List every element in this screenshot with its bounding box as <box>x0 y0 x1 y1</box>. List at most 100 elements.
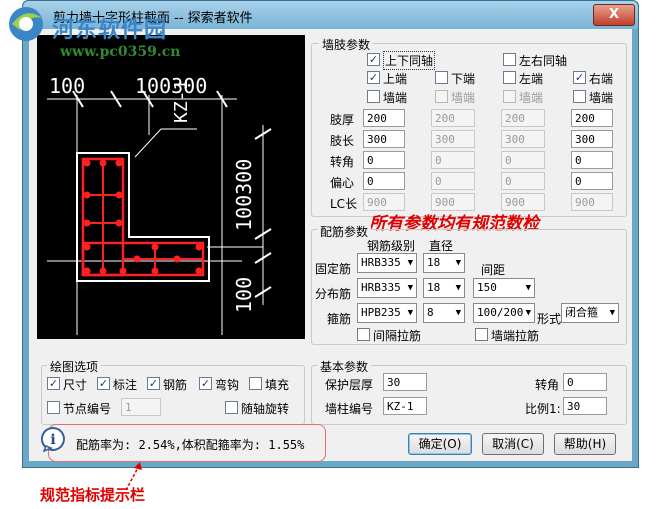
fixed-grade-select[interactable]: HRB335 ▼ <box>357 253 417 273</box>
wall-end-label-2: 墙端 <box>451 91 476 105</box>
rebar-point <box>151 267 159 275</box>
chevron-down-icon: ▼ <box>407 308 413 318</box>
offset-right-input[interactable]: 0 <box>571 172 613 190</box>
length-left-input: 300 <box>501 130 545 148</box>
leader-line <box>134 128 162 158</box>
annotate-checkbox[interactable]: ✓ <box>97 377 110 390</box>
chevron-down-icon: ▼ <box>525 283 531 293</box>
rebar-point <box>115 219 123 227</box>
stirrup-form-select[interactable]: 闭合箍 ▼ <box>561 303 619 323</box>
scale-label: 比例1: <box>525 402 561 416</box>
dist-grade-select[interactable]: HRB335 ▼ <box>357 278 417 298</box>
length-top-input[interactable]: 300 <box>363 130 405 148</box>
wall-end-tie-label: 墙端拉筋 <box>491 329 540 343</box>
offset-bottom-input: 0 <box>431 172 475 190</box>
dist-bar-label: 分布筋 <box>315 287 352 301</box>
stirrup-spacing-select[interactable]: 100/200 ▼ <box>473 303 535 323</box>
offset-left-input: 0 <box>501 172 545 190</box>
dim-text-right: 100300 <box>232 159 256 231</box>
chevron-down-icon: ▼ <box>407 283 413 293</box>
dist-diameter-select[interactable]: 18 ▼ <box>423 278 465 298</box>
rebar-title: 配筋参数 <box>317 223 372 240</box>
ok-button[interactable]: 确定(O) <box>408 433 472 455</box>
section-preview: 100 100300 KZ-1 100300 100 <box>37 35 305 339</box>
stirrup-form-value: 闭合箍 <box>565 306 598 319</box>
close-button[interactable]: X <box>593 4 635 26</box>
left-right-same-checkbox[interactable] <box>503 53 516 66</box>
wall-end-checkbox-3 <box>503 90 516 103</box>
right-end-checkbox[interactable]: ✓ <box>573 71 586 84</box>
rebar-checkbox[interactable]: ✓ <box>147 377 160 390</box>
watermark-url: www.pc0359.cn <box>60 44 181 60</box>
interval-tie-label: 间隔拉筋 <box>373 329 422 343</box>
info-icon-glyph: i <box>50 432 55 448</box>
dist-grade-value: HRB335 <box>361 281 401 294</box>
rebar-point <box>83 243 91 251</box>
length-label: 肢长 <box>330 134 355 148</box>
bottom-end-label: 下端 <box>451 72 476 86</box>
chevron-down-icon: ▼ <box>609 308 615 318</box>
rebar-point <box>173 255 181 263</box>
rebar-point <box>83 267 91 275</box>
dist-spacing-select[interactable]: 150 ▼ <box>473 278 535 298</box>
fill-label: 填充 <box>265 378 290 392</box>
column-outline <box>76 152 210 282</box>
dim-text-bottom: 100 <box>232 277 256 313</box>
node-number-checkbox[interactable] <box>47 401 60 414</box>
offset-top-input[interactable]: 0 <box>363 172 405 190</box>
help-button[interactable]: 帮助(H) <box>554 433 616 455</box>
hook-checkbox[interactable]: ✓ <box>199 377 212 390</box>
chevron-down-icon: ▼ <box>455 258 461 268</box>
wall-end-tie-checkbox[interactable] <box>475 328 488 341</box>
top-bottom-same-checkbox[interactable]: ✓ <box>367 53 380 66</box>
angle-right-input[interactable]: 0 <box>571 151 613 169</box>
dialog-client: 100 100300 KZ-1 100300 100 墙肢参数 ✓ 上下同轴 左… <box>29 29 632 461</box>
stirrup-diameter-select[interactable]: 8 ▼ <box>423 303 465 323</box>
stirrup-grade-select[interactable]: HPB235 ▼ <box>357 303 417 323</box>
thickness-left-input: 200 <box>501 109 545 127</box>
wall-end-checkbox-1[interactable] <box>367 90 380 103</box>
top-end-checkbox[interactable]: ✓ <box>367 71 380 84</box>
info-icon: i <box>40 427 65 452</box>
rebar-point <box>195 243 203 251</box>
rotate-with-axis-label: 随轴旋转 <box>241 402 290 416</box>
right-end-label: 右端 <box>589 72 614 86</box>
fill-checkbox[interactable] <box>249 377 262 390</box>
rotate-with-axis-checkbox[interactable] <box>225 401 238 414</box>
rebar-point <box>83 159 91 167</box>
cancel-button[interactable]: 取消(C) <box>482 433 544 455</box>
bottom-end-checkbox[interactable] <box>435 71 448 84</box>
ratio-status-text: 配筋率为: 2.54%,体积配箍率为: 1.55% <box>76 438 305 452</box>
thickness-top-input[interactable]: 200 <box>363 109 405 127</box>
rebar-point <box>151 243 159 251</box>
dimension-checkbox[interactable]: ✓ <box>47 377 60 390</box>
thickness-right-input[interactable]: 200 <box>571 109 613 127</box>
thickness-label: 肢厚 <box>330 113 355 127</box>
fixed-diameter-select[interactable]: 18 ▼ <box>423 253 465 273</box>
column-id-input[interactable]: KZ-1 <box>383 397 427 415</box>
rebar-point <box>83 219 91 227</box>
stirrup-label: 箍筋 <box>327 312 352 326</box>
fixed-grade-value: HRB335 <box>361 256 401 269</box>
dist-diameter-value: 18 <box>427 281 441 294</box>
chevron-down-icon: ▼ <box>525 308 531 318</box>
wall-end-checkbox-4[interactable] <box>573 90 586 103</box>
length-right-input[interactable]: 300 <box>571 130 613 148</box>
column-id-label: 墙柱编号 <box>325 402 374 416</box>
basic-angle-label: 转角 <box>535 378 560 392</box>
scale-input[interactable]: 30 <box>563 397 607 415</box>
status-bar-annotation: 规范指标提示栏 <box>40 486 146 504</box>
left-end-checkbox[interactable] <box>503 71 516 84</box>
rebar-point <box>115 191 123 199</box>
top-bottom-same-label: 上下同轴 <box>383 51 436 70</box>
basic-angle-input[interactable]: 0 <box>563 373 607 391</box>
angle-top-input[interactable]: 0 <box>363 151 405 169</box>
interval-tie-checkbox[interactable] <box>357 328 370 341</box>
wall-end-checkbox-2 <box>435 90 448 103</box>
chevron-down-icon: ▼ <box>455 283 461 293</box>
lc-right-input: 900 <box>571 193 613 211</box>
node-number-label: 节点编号 <box>63 402 112 416</box>
stirrup-spacing-value: 100/200 <box>477 306 524 319</box>
cover-input[interactable]: 30 <box>383 373 427 391</box>
grade-column-header: 钢筋级别 <box>367 239 416 253</box>
